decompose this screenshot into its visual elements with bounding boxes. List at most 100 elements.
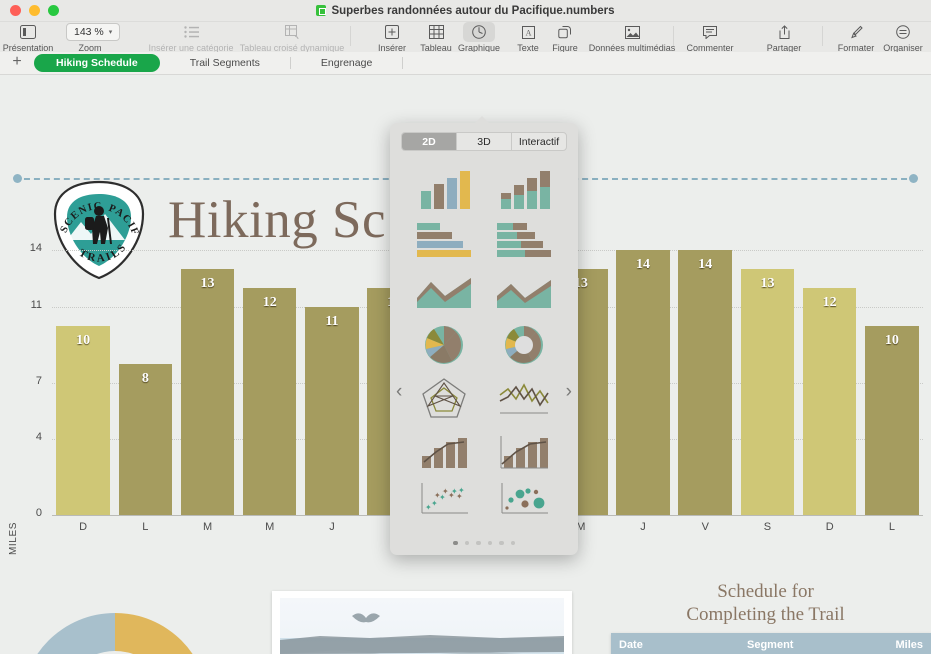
pivot-icon (285, 22, 300, 42)
chart-thumb-column-line-chart[interactable] (418, 432, 470, 475)
chart-bar-value-label: 10 (56, 333, 110, 349)
chart-x-tick-label: J (612, 521, 674, 533)
chart-bar[interactable] (865, 326, 919, 515)
chart-thumb-stacked-column-line-chart[interactable] (498, 432, 550, 475)
toolbar-button-media[interactable]: Données multimédias (587, 22, 677, 53)
popover-page-dot[interactable] (499, 541, 504, 546)
chart-bar[interactable] (305, 307, 359, 515)
chart-bar[interactable] (616, 250, 670, 515)
chart-x-tick-label: M (239, 521, 301, 533)
share-icon (778, 22, 791, 42)
toolbar-button-pivot-table[interactable]: Tableau croisé dynamique (247, 22, 337, 53)
chart-x-tick-label: D (52, 521, 114, 533)
chart-type-popover[interactable]: 2D 3D Interactif ‹ › (390, 123, 578, 555)
popover-page-dot[interactable] (511, 541, 516, 546)
column-header-date[interactable]: Date (611, 633, 739, 654)
chart-x-tick-label: S (736, 521, 798, 533)
coast-photo[interactable] (272, 591, 572, 654)
schedule-table-title: Schedule for Completing the Trail (600, 580, 931, 626)
chart-thumb-scatter-chart[interactable]: ✦✦✦✦✦ ✦✦✦✦ (418, 480, 470, 523)
chart-thumb-bubble-chart[interactable] (498, 480, 550, 523)
segment-interactive[interactable]: Interactif (512, 133, 566, 150)
chart-bar[interactable] (56, 326, 110, 515)
chart-thumb-line-chart[interactable] (498, 379, 550, 422)
chart-thumb-bar-chart[interactable] (415, 220, 473, 265)
tab-divider-2 (402, 57, 403, 69)
schedule-table-card: Schedule for Completing the Trail Date S… (600, 580, 931, 654)
popover-next-arrow[interactable]: › (566, 381, 572, 403)
percentage-of-trail-donut-chart[interactable]: Percentage of Trail (6, 598, 224, 654)
chart-thumb-stacked-column-chart[interactable] (495, 165, 553, 214)
toolbar-button-arrange[interactable]: Organiser (858, 22, 931, 53)
chart-bar[interactable] (741, 269, 795, 515)
chart-dimension-segmented-control[interactable]: 2D 3D Interactif (401, 132, 567, 151)
selection-handle-left[interactable] (13, 174, 22, 183)
zoom-stepper[interactable]: 143 % ▾ (66, 23, 120, 41)
sheet-tab-bar: + Hiking Schedule Trail Segments Engrena… (0, 52, 931, 75)
chart-thumb-pie-chart[interactable] (422, 323, 466, 372)
chart-bar-value-label: 12 (243, 295, 297, 311)
chart-thumb-radar-chart[interactable] (420, 376, 468, 425)
comment-icon (703, 22, 717, 42)
segment-3d[interactable]: 3D (457, 133, 512, 150)
chart-y-tick-label: 0 (8, 507, 42, 519)
chart-y-axis-title: MILES (8, 522, 19, 555)
chart-y-tick-label: 11 (8, 299, 42, 311)
sheet-tab-engrenage[interactable]: Engrenage (291, 54, 402, 72)
chart-bar-value-label: 10 (865, 333, 919, 349)
chart-x-tick-label: L (114, 521, 176, 533)
window-title: Superbes randonnées autour du Pacifique.… (0, 5, 931, 17)
schedule-table-head: Date Segment Miles (611, 633, 931, 654)
window-title-text: Superbes randonnées autour du Pacifique.… (331, 5, 614, 17)
numbers-window: Superbes randonnées autour du Pacifique.… (0, 0, 931, 654)
chart-bar-value-label: 14 (616, 257, 670, 273)
segment-2d[interactable]: 2D (402, 133, 457, 150)
popover-page-dot[interactable] (488, 541, 493, 546)
sheet-canvas[interactable]: SCENIC PACIFIC TRAILS Hiking Sc MILES 04… (0, 75, 931, 654)
add-sheet-button[interactable]: + (0, 54, 34, 72)
chart-thumb-stacked-area-chart[interactable] (495, 276, 553, 315)
popover-page-dots[interactable] (390, 541, 578, 546)
column-header-segment[interactable]: Segment (739, 633, 869, 654)
sheet-tab-hiking-schedule[interactable]: Hiking Schedule (34, 54, 160, 72)
arrange-icon (896, 22, 910, 42)
svg-text:✦: ✦ (434, 491, 441, 500)
popover-page-dot[interactable] (476, 541, 481, 546)
chart-bar[interactable] (678, 250, 732, 515)
chart-y-tick-label: 4 (8, 431, 42, 443)
chart-bar-value-label: 13 (741, 276, 795, 292)
chart-bar-value-label: 12 (803, 295, 857, 311)
column-header-miles[interactable]: Miles (869, 633, 931, 654)
svg-text:✦: ✦ (431, 499, 438, 508)
chart-x-tick-label: M (176, 521, 238, 533)
chart-x-tick-label: J (301, 521, 363, 533)
sheet-tab-trail-segments[interactable]: Trail Segments (160, 54, 290, 72)
media-icon (625, 22, 640, 42)
chart-x-tick-label: D (799, 521, 861, 533)
schedule-title-line-2: Completing the Trail (620, 603, 911, 626)
popover-prev-arrow[interactable]: ‹ (396, 381, 402, 403)
chart-bar[interactable] (243, 288, 297, 515)
chart-bar[interactable] (181, 269, 235, 515)
chart-x-tick-label: L (861, 521, 923, 533)
coast-photo-image (280, 598, 564, 654)
popover-page-dot[interactable] (465, 541, 470, 546)
chart-bar-value-label: 13 (181, 276, 235, 292)
chart-thumb-stacked-bar-chart[interactable] (495, 220, 553, 265)
toolbar-button-insert-category[interactable]: Insérer une catégorie (146, 22, 236, 53)
list-icon (184, 22, 199, 42)
chart-thumb-column-chart[interactable] (415, 165, 473, 214)
schedule-table[interactable]: Date Segment Miles 5-20 juillet 2015Cali… (611, 633, 931, 654)
chart-thumbnail-grid: ✦✦✦✦✦ ✦✦✦✦ (404, 163, 564, 523)
chart-x-tick-label: V (674, 521, 736, 533)
popover-page-dot[interactable] (453, 541, 458, 546)
selection-handle-right[interactable] (909, 174, 918, 183)
svg-text:✦: ✦ (456, 492, 463, 501)
chart-bar[interactable] (803, 288, 857, 515)
svg-text:✦: ✦ (448, 491, 455, 500)
chart-thumb-donut-chart[interactable] (502, 323, 546, 372)
chart-y-tick-label: 7 (8, 375, 42, 387)
chart-thumb-area-chart[interactable] (415, 276, 473, 315)
zoom-value: 143 % (74, 26, 104, 38)
chart-y-tick-label: 14 (8, 242, 42, 254)
